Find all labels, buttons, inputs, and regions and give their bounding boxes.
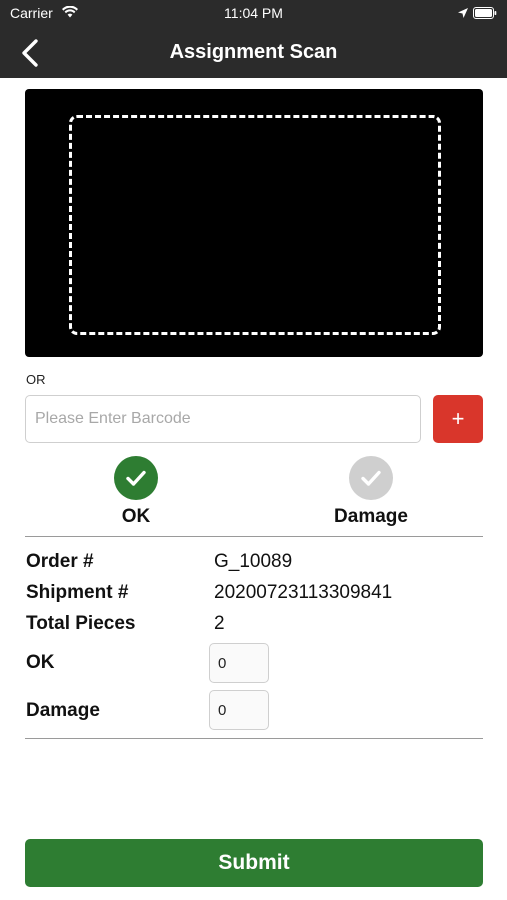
scan-frame bbox=[69, 115, 441, 335]
status-bar: Carrier 11:04 PM bbox=[0, 0, 507, 28]
damage-count-label: Damage bbox=[26, 700, 100, 721]
total-pieces-label: Total Pieces bbox=[26, 613, 136, 634]
clock: 11:04 PM bbox=[224, 5, 283, 21]
submit-button[interactable]: Submit bbox=[25, 839, 483, 887]
order-value: G_10089 bbox=[214, 551, 293, 572]
barcode-scanner-view[interactable] bbox=[25, 89, 483, 357]
ok-option-label: OK bbox=[121, 506, 151, 527]
check-circle-icon bbox=[114, 456, 158, 500]
damage-count-input[interactable] bbox=[209, 690, 269, 730]
shipment-label: Shipment # bbox=[26, 582, 129, 603]
add-barcode-button[interactable]: + bbox=[433, 395, 483, 443]
total-pieces-value: 2 bbox=[214, 613, 225, 634]
order-label: Order # bbox=[26, 551, 94, 572]
divider bbox=[25, 536, 483, 537]
location-icon bbox=[458, 8, 468, 18]
divider bbox=[25, 738, 483, 739]
damage-option-label: Damage bbox=[334, 506, 408, 527]
damage-option[interactable]: Damage bbox=[311, 456, 431, 528]
check-circle-icon bbox=[349, 456, 393, 500]
barcode-input[interactable] bbox=[25, 395, 421, 443]
battery-icon bbox=[473, 7, 497, 19]
nav-bar: Assignment Scan bbox=[0, 28, 507, 78]
shipment-value: 20200723113309841 bbox=[214, 582, 393, 603]
ok-option[interactable]: OK bbox=[76, 456, 196, 528]
ok-count-input[interactable] bbox=[209, 643, 269, 683]
ok-count-label: OK bbox=[26, 652, 55, 673]
page-title: Assignment Scan bbox=[169, 41, 338, 63]
or-label: OR bbox=[26, 372, 46, 387]
